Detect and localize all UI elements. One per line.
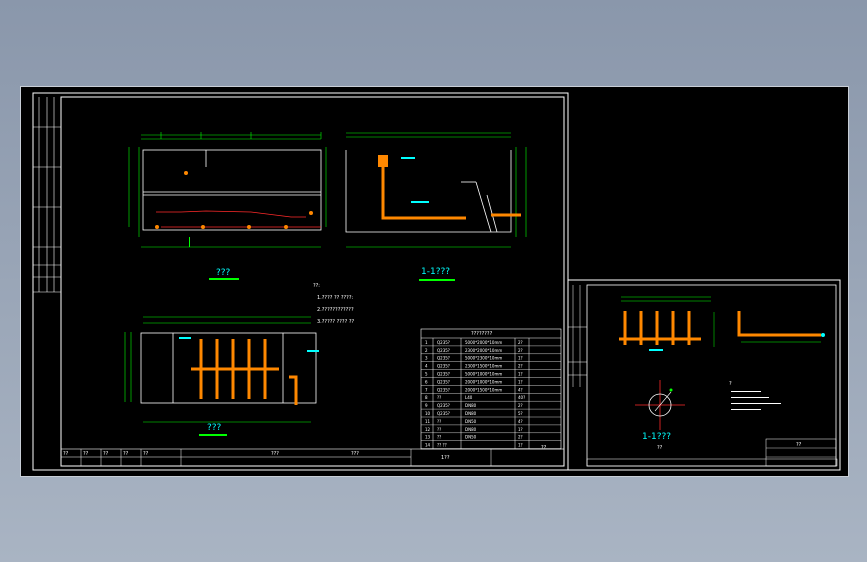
table-cell-qty: 1?: [518, 443, 523, 448]
table-cell-size: DN50: [465, 419, 477, 424]
table-cell-qty: 1?: [518, 372, 523, 377]
table-cell-no: 3: [425, 356, 428, 361]
table-cell-size: 5000*1000*10mm: [465, 372, 502, 377]
title-block: ?? ?? ?? ?? ?? ??? ??? 1?? ??: [60, 445, 565, 467]
table-cell-spec: Q235?: [437, 364, 450, 369]
parts-table: ???????? 1 Q235? 5000*2000*10mm 2? 2 Q235? 230…: [420, 328, 562, 450]
table-cell-no: 9: [425, 403, 428, 408]
table-cell-spec: ?? ??: [437, 443, 447, 448]
note-line-2: 2.????????????: [317, 307, 354, 313]
detail-notes: ?: [729, 381, 781, 410]
table-cell-spec: Q235?: [437, 379, 450, 384]
table-cell-size: 5000*2000*10mm: [465, 340, 502, 345]
table-cell-qty: 1?: [518, 356, 523, 361]
parts-table-title: ????????: [471, 331, 493, 337]
title-cell-4: ??: [123, 451, 129, 457]
table-cell-qty: 2?: [518, 340, 523, 345]
table-cell-no: 1: [425, 340, 428, 345]
table-cell-size: 2300*2000*10mm: [465, 348, 502, 353]
plan-view: [124, 316, 319, 423]
table-cell-no: 2: [425, 348, 428, 353]
parts-table-rows: 1 Q235? 5000*2000*10mm 2? 2 Q235? 2300*2000*10…: [421, 340, 561, 449]
detail-sub-title: ??: [657, 445, 663, 451]
table-cell-qty: 40?: [518, 395, 525, 400]
title-center-label: ???: [271, 451, 279, 457]
table-cell-size: DN50: [465, 435, 477, 440]
table-cell-size: DN80: [465, 403, 477, 408]
detail-notes-heading: ?: [729, 381, 732, 387]
notes-block: ??: 1.???? ?? ????: 2.???????????? 3.???…: [313, 283, 354, 325]
table-cell-qty: 4?: [518, 387, 523, 392]
table-cell-qty: 2?: [518, 435, 523, 440]
detail-title-block: ??: [586, 438, 838, 467]
plan-elevation-view: [128, 132, 327, 248]
table-cell-spec: Q235?: [437, 411, 450, 416]
pipe-grid-detail: [619, 296, 825, 351]
table-cell-size: 5000*2300*10mm: [465, 356, 502, 361]
table-cell-qty: 1?: [518, 379, 523, 384]
table-cell-spec: Q235?: [437, 403, 450, 408]
table-cell-no: 14: [425, 443, 431, 448]
table-cell-no: 7: [425, 387, 428, 392]
left-strip: [33, 97, 61, 293]
detail-section-title: 1-1???: [642, 432, 671, 442]
title-right-label: ???: [351, 451, 359, 457]
table-cell-qty: 1?: [518, 427, 523, 432]
table-cell-size: 2000*1000*10mm: [465, 379, 502, 384]
table-cell-qty: 2?: [518, 364, 523, 369]
table-cell-spec: ??: [437, 435, 441, 440]
section-view-1-title: 1-1???: [421, 267, 450, 277]
table-cell-size: 2300*1500*10mm: [465, 364, 502, 369]
table-cell-spec: Q235?: [437, 372, 450, 377]
table-cell-no: 4: [425, 364, 428, 369]
detail-sheet: 1-1??? ?? ? ??: [567, 279, 841, 471]
title-cell-5: ??: [143, 451, 149, 457]
table-cell-no: 11: [425, 419, 431, 424]
plan-view-title: ???: [216, 268, 231, 278]
section-view-1: [345, 132, 527, 248]
table-cell-spec: Q235?: [437, 348, 450, 353]
table-cell-size: DN80: [465, 427, 477, 432]
table-cell-spec: ??: [437, 395, 441, 400]
detail-title-label: ??: [796, 442, 802, 448]
title-cell-3: ??: [103, 451, 109, 457]
note-line-1: 1.???? ?? ????:: [317, 295, 353, 301]
table-cell-qty: 4?: [518, 419, 523, 424]
table-cell-qty: 2?: [518, 403, 523, 408]
table-cell-spec: ??: [437, 419, 441, 424]
drawing-scale: ??: [541, 445, 547, 451]
table-cell-size: DN80: [465, 411, 477, 416]
table-cell-qty: 2?: [518, 348, 523, 353]
table-cell-no: 12: [425, 427, 431, 432]
table-cell-no: 6: [425, 379, 428, 384]
note-line-3: 3.????? ???? ??: [317, 319, 354, 325]
table-cell-spec: ??: [437, 427, 441, 432]
side-view-title: ???: [207, 423, 222, 433]
flange-detail: [635, 380, 685, 430]
title-cell-1: ??: [63, 451, 69, 457]
table-cell-size: 2000*1500*10mm: [465, 387, 502, 392]
table-cell-no: 13: [425, 435, 431, 440]
drawing-canvas: ??? 1-1??? ??: 1.???? ?? ????: 2.???????…: [32, 92, 841, 471]
cad-viewport[interactable]: ??? 1-1??? ??: 1.???? ?? ????: 2.???????…: [20, 86, 849, 477]
table-cell-no: 8: [425, 395, 428, 400]
title-cell-2: ??: [83, 451, 89, 457]
notes-heading: ??:: [313, 283, 320, 289]
table-cell-qty: 5?: [518, 411, 523, 416]
table-cell-spec: Q235?: [437, 340, 450, 345]
main-sheet: ??? 1-1??? ??: 1.???? ?? ????: 2.???????…: [32, 92, 569, 471]
table-cell-no: 10: [425, 411, 431, 416]
table-cell-spec: Q235?: [437, 356, 450, 361]
drawing-number: 1??: [441, 455, 450, 461]
table-cell-size: L40: [465, 395, 473, 400]
table-cell-no: 5: [425, 372, 428, 377]
table-cell-spec: Q235?: [437, 387, 450, 392]
